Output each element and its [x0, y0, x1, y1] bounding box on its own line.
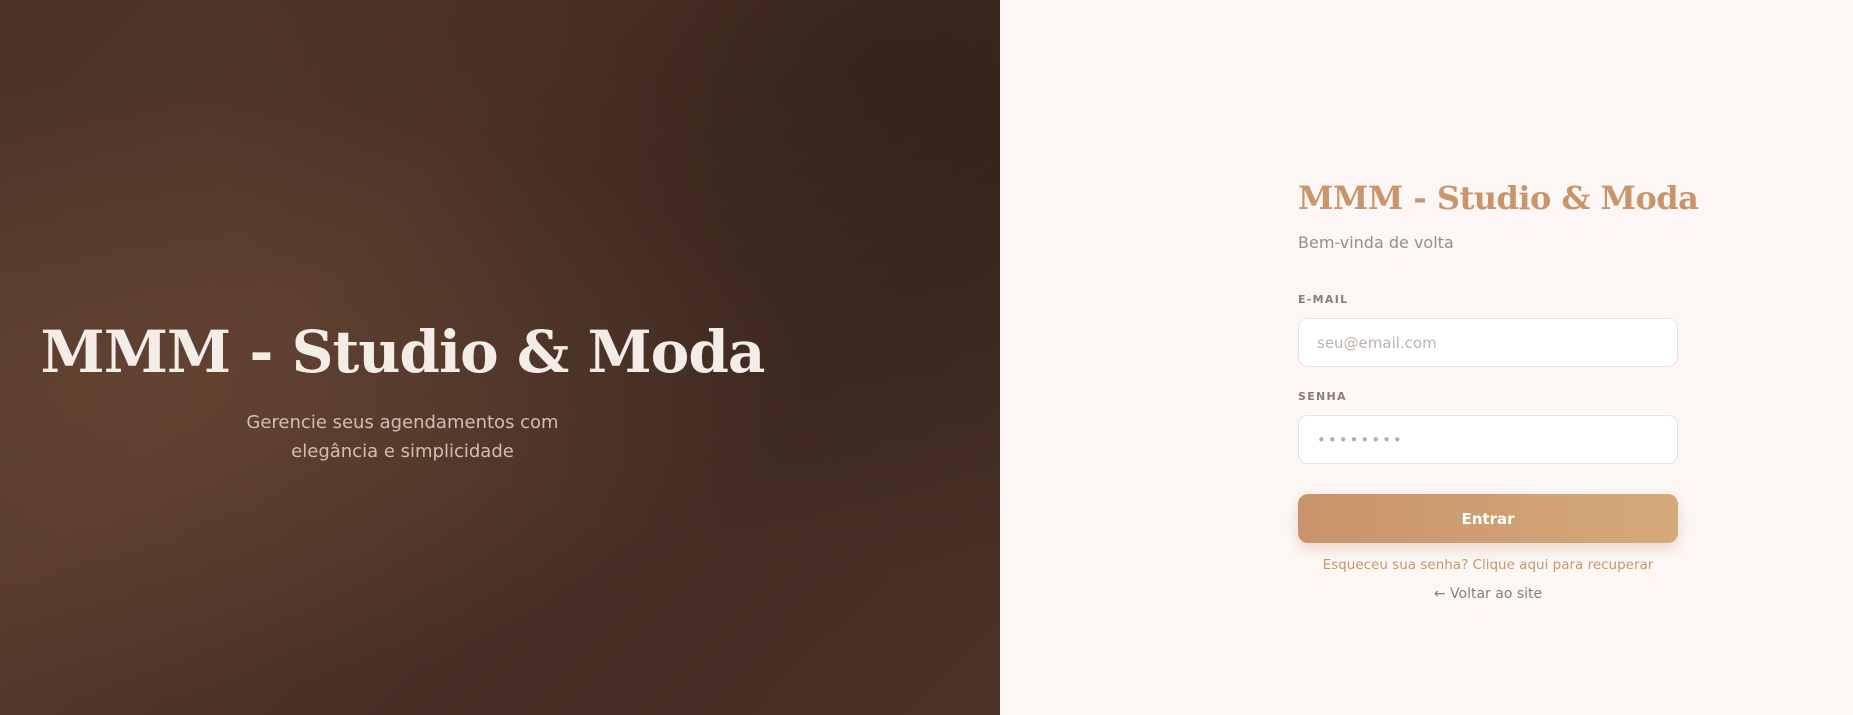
- login-button[interactable]: Entrar: [1298, 494, 1678, 543]
- forgot-password-link[interactable]: Esqueceu sua senha? Clique aqui para rec…: [1298, 555, 1678, 575]
- back-to-site-link[interactable]: ← Voltar ao site: [1298, 584, 1678, 604]
- login-subtitle: Bem-vinda de volta: [1298, 233, 1454, 252]
- hero-panel: MMM - Studio & Moda Gerencie seus agenda…: [0, 0, 1000, 715]
- hero-subtitle-line-2: elegância e simplicidade: [291, 441, 514, 462]
- email-input[interactable]: [1298, 318, 1678, 367]
- login-title: MMM - Studio & Moda: [1298, 179, 1699, 217]
- login-page: MMM - Studio & Moda Gerencie seus agenda…: [0, 0, 1853, 715]
- password-input[interactable]: [1298, 415, 1678, 464]
- hero-subtitle: Gerencie seus agendamentos com elegância…: [0, 408, 805, 466]
- password-label: SENHA: [1298, 390, 1347, 403]
- hero-title: MMM - Studio & Moda: [40, 318, 766, 386]
- login-panel: MMM - Studio & Moda Bem-vinda de volta E…: [1000, 0, 1853, 715]
- hero-subtitle-line-1: Gerencie seus agendamentos com: [246, 412, 559, 433]
- login-form: MMM - Studio & Moda Bem-vinda de volta E…: [1298, 170, 1699, 604]
- email-label: E-MAIL: [1298, 293, 1349, 306]
